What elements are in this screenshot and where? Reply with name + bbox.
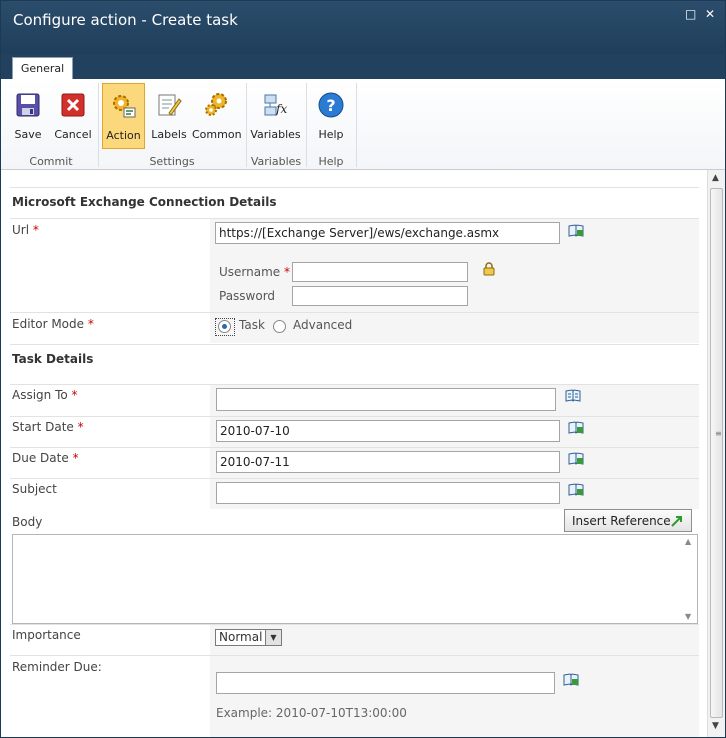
- variables-label: Variables: [250, 128, 301, 141]
- lock-icon: [483, 262, 495, 276]
- cancel-label: Cancel: [54, 128, 92, 141]
- save-icon: [16, 93, 40, 117]
- due-date-input[interactable]: [216, 451, 560, 473]
- assign-to-label: Assign To *: [12, 388, 78, 402]
- editor-mode-task-radio[interactable]: [218, 320, 231, 333]
- insert-reference-icon[interactable]: [568, 224, 584, 238]
- maximize-icon[interactable]: □: [685, 8, 696, 20]
- reminder-due-label: Reminder Due:: [12, 660, 102, 674]
- scroll-up-icon[interactable]: ▲: [712, 173, 719, 183]
- exchange-section-title: Microsoft Exchange Connection Details: [12, 195, 277, 209]
- due-date-label: Due Date *: [12, 451, 79, 465]
- gears-icon: [205, 93, 227, 116]
- common-button[interactable]: Common: [192, 83, 242, 149]
- insert-reference-icon[interactable]: [568, 483, 584, 497]
- variables-button[interactable]: fx Variables: [250, 83, 301, 149]
- ribbon-separator: [356, 83, 357, 167]
- start-date-input[interactable]: [216, 420, 560, 442]
- tab-general[interactable]: General: [12, 57, 73, 81]
- group-label-help: Help: [318, 155, 344, 168]
- cancel-icon: [61, 93, 85, 117]
- url-input[interactable]: [215, 222, 560, 244]
- insert-reference-icon[interactable]: [563, 673, 579, 687]
- username-label: Username *: [219, 265, 290, 279]
- cancel-button[interactable]: Cancel: [53, 83, 93, 149]
- labels-label: Labels: [151, 128, 187, 141]
- assign-to-input[interactable]: [216, 388, 556, 411]
- importance-select[interactable]: Normal ▼: [215, 629, 282, 646]
- subject-label: Subject: [12, 482, 57, 496]
- subject-input[interactable]: [216, 482, 560, 504]
- labels-button[interactable]: Labels: [149, 83, 189, 149]
- username-input[interactable]: [292, 262, 468, 282]
- reminder-value-cell: [210, 656, 699, 737]
- row-divider: [10, 187, 699, 188]
- ribbon-tabstrip: General: [1, 54, 725, 81]
- scroll-down-icon[interactable]: ▼: [712, 721, 719, 731]
- insert-reference-icon[interactable]: [568, 452, 584, 466]
- labels-icon: [158, 94, 182, 116]
- body-textarea[interactable]: ▲ ▼: [12, 534, 698, 624]
- editor-mode-advanced-radio[interactable]: [273, 320, 286, 333]
- reminder-due-input[interactable]: [216, 672, 555, 694]
- help-button[interactable]: ? Help: [312, 83, 350, 149]
- group-label-commit: Commit: [29, 155, 73, 168]
- address-book-icon[interactable]: [565, 389, 581, 403]
- chevron-down-icon[interactable]: ▼: [265, 630, 281, 645]
- action-label: Action: [106, 129, 141, 142]
- reminder-example: Example: 2010-07-10T13:00:00: [216, 706, 407, 720]
- common-label: Common: [192, 128, 242, 141]
- save-label: Save: [14, 128, 42, 141]
- title-bar: Configure action - Create task □ ✕: [1, 1, 725, 54]
- password-input[interactable]: [292, 286, 468, 306]
- insert-reference-label: Insert Reference: [572, 513, 671, 528]
- svg-text:fx: fx: [275, 102, 287, 116]
- help-label: Help: [318, 128, 344, 141]
- password-label: Password: [219, 289, 276, 303]
- action-button[interactable]: Action: [102, 83, 145, 149]
- body-scrollbar[interactable]: ▲ ▼: [681, 535, 697, 623]
- body-label: Body: [12, 515, 43, 529]
- vertical-scrollbar[interactable]: ▲ ≡ ▼: [707, 170, 725, 737]
- dialog-window: Configure action - Create task □ ✕ Gener…: [0, 0, 726, 738]
- group-label-variables: Variables: [250, 155, 302, 168]
- insert-reference-button[interactable]: Insert Reference: [564, 509, 692, 532]
- close-icon[interactable]: ✕: [705, 8, 715, 20]
- task-section-title: Task Details: [12, 352, 94, 366]
- ribbon: Save Cancel Action Labels Common fx Vari…: [1, 79, 725, 170]
- editor-mode-task-label[interactable]: Task: [239, 318, 265, 332]
- help-icon: ?: [318, 92, 344, 118]
- scrollbar-grip-icon: ≡: [715, 429, 722, 438]
- insert-reference-icon[interactable]: [568, 421, 584, 435]
- save-button[interactable]: Save: [9, 83, 47, 149]
- importance-value: Normal: [219, 630, 263, 644]
- svg-text:?: ?: [326, 96, 335, 115]
- start-date-label: Start Date *: [12, 420, 84, 434]
- form-content: Microsoft Exchange Connection Details Ur…: [1, 170, 707, 737]
- importance-value-cell: [210, 625, 699, 655]
- row-divider: [10, 344, 699, 345]
- gear-icon: [112, 95, 135, 118]
- editor-mode-label: Editor Mode *: [12, 317, 94, 331]
- variables-icon: fx: [264, 94, 287, 116]
- scroll-down-icon[interactable]: ▼: [685, 612, 691, 621]
- dialog-title: Configure action - Create task: [13, 11, 238, 29]
- scroll-up-icon[interactable]: ▲: [685, 537, 691, 546]
- scrollbar-thumb[interactable]: ≡: [710, 188, 723, 718]
- importance-label: Importance: [12, 628, 81, 642]
- group-label-settings: Settings: [149, 155, 195, 168]
- editor-mode-advanced-label[interactable]: Advanced: [293, 318, 352, 332]
- url-label: Url *: [12, 223, 39, 237]
- insert-arrow-icon: [671, 516, 682, 527]
